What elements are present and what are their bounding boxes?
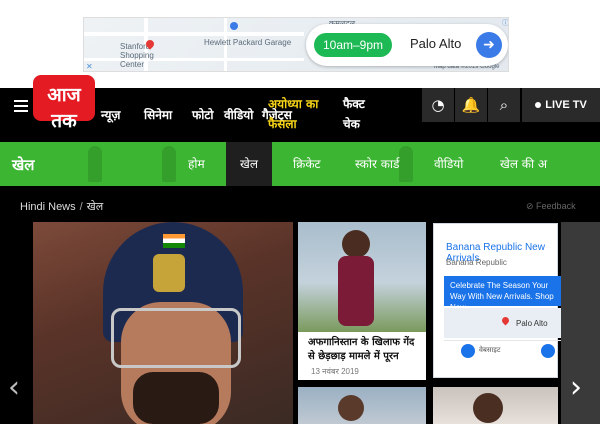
ad-hours-badge: 10am–9pm	[314, 33, 392, 57]
website-icon[interactable]	[461, 344, 475, 358]
tab-home[interactable]: होम	[188, 142, 205, 186]
tab-video[interactable]: वीडियो	[434, 142, 463, 186]
card-date: 13 नवंबर 2019	[311, 367, 359, 376]
side-ad-subtitle: Banana Republic	[446, 258, 507, 267]
side-ad-website-label[interactable]: वेबसाइट	[479, 346, 500, 355]
feedback-label: Feedback	[536, 201, 576, 211]
search-icon[interactable]: ⌕	[488, 88, 520, 122]
carousel-next-arrow[interactable]: ›	[570, 370, 582, 405]
news-card[interactable]: अफगानिस्तान के खिलाफ गेंद से छेड़छाड़ मा…	[298, 222, 426, 380]
bell-icon[interactable]: 🔔	[455, 88, 487, 122]
card-image	[298, 222, 426, 332]
live-tv-label: LIVE TV	[545, 99, 587, 111]
news-card[interactable]	[298, 387, 426, 424]
breadcrumb-home-link[interactable]: Hindi News	[20, 201, 76, 213]
helmet-badge-icon	[153, 254, 185, 292]
ad-info-icon[interactable]: ⓘ	[502, 18, 508, 27]
ad-info-card[interactable]: 10am–9pm Palo Alto ➜	[306, 24, 508, 66]
nav-item-photo[interactable]: फोटो	[192, 106, 214, 123]
tab-more-sports[interactable]: खेल की अ	[500, 142, 547, 186]
hero-image[interactable]	[33, 222, 293, 424]
side-ad-map-label: Palo Alto	[516, 319, 548, 328]
carousel-prev-arrow[interactable]: ‹	[8, 370, 20, 405]
feedback-link[interactable]: ⊘ Feedback	[526, 201, 576, 212]
live-dot-icon	[535, 102, 542, 109]
nav-item-news[interactable]: न्यूज़	[101, 106, 120, 123]
site-logo[interactable]: आज तक	[33, 75, 95, 132]
breadcrumb: Hindi News / खेल	[20, 199, 103, 214]
ad-map-label: Hewlett Packard Garage	[204, 38, 292, 47]
decorative-silhouette	[88, 146, 102, 182]
tab-cricket[interactable]: क्रिकेट	[293, 142, 321, 186]
news-card[interactable]	[433, 387, 558, 424]
nav-item-cinema[interactable]: सिनेमा	[144, 106, 172, 123]
directions-icon[interactable]	[541, 344, 555, 358]
close-ad-icon[interactable]: ✕	[86, 62, 93, 71]
section-nav-bar: खेल होम खेल क्रिकेट स्कोर कार्ड वीडियो ख…	[0, 142, 600, 186]
ad-banner[interactable]: कमलदल Stanford Shopping Center Hewlett P…	[83, 17, 509, 72]
side-ad-cta[interactable]: Celebrate The Season Your Way With New A…	[444, 276, 562, 312]
tab-scorecard[interactable]: स्कोर कार्ड	[355, 142, 399, 186]
helmet-grill-shape	[111, 308, 241, 368]
menu-icon[interactable]	[14, 100, 28, 115]
nav-item-fact-check[interactable]: फैक्ट चेक	[343, 94, 383, 134]
section-title: खेल	[12, 156, 35, 174]
side-ad[interactable]: Banana Republic New Arrivals Banana Repu…	[433, 223, 562, 378]
breadcrumb-current: खेल	[86, 201, 104, 213]
decorative-silhouette	[162, 146, 176, 182]
nav-item-ayodhya[interactable]: अयोध्या का फैसला	[268, 94, 348, 134]
tab-sports[interactable]: खेल	[226, 142, 272, 186]
logo-text: आज तक	[47, 84, 81, 132]
live-tv-button[interactable]: LIVE TV	[522, 88, 600, 122]
india-flag-icon	[163, 234, 185, 248]
beard-shape	[133, 372, 219, 424]
decorative-silhouette	[399, 146, 413, 182]
breadcrumb-separator: /	[79, 201, 83, 213]
ad-city: Palo Alto	[410, 36, 462, 51]
map-marker-icon	[230, 22, 238, 30]
directions-icon[interactable]: ➜	[476, 32, 502, 58]
speedometer-icon[interactable]: ◔	[422, 88, 454, 122]
card-title: अफगानिस्तान के खिलाफ गेंद से छेड़छाड़ मा…	[308, 337, 415, 362]
nav-item-video[interactable]: वीडियो	[224, 106, 253, 123]
